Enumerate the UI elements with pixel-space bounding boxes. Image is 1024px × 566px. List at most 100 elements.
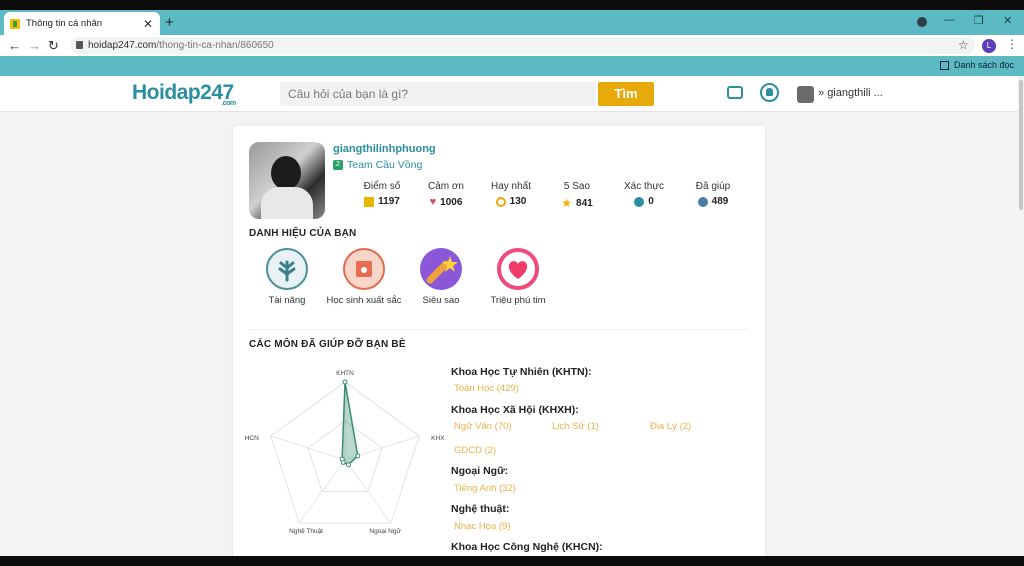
stat-best: Hay nhất 130	[476, 181, 546, 207]
url-domain: hoidap247.com	[88, 40, 157, 51]
page-viewport: Hoidap247 .com Câu hỏi của bạn là gì? Tì…	[0, 76, 1024, 556]
section-divider	[249, 329, 749, 330]
radar-point	[339, 456, 345, 462]
badge-label: Học sinh xuất sắc	[326, 295, 402, 306]
browser-tab-strip: Thông tin cá nhân ✕	[0, 10, 1024, 35]
profile-card: giangthilinhphuong 2 Team Cầu Vồng Điểm …	[233, 126, 765, 556]
category-foreign-language: Ngoại Ngữ:	[451, 465, 509, 477]
heart-millionaire-badge-icon	[497, 248, 539, 290]
badge-label: Triệu phú tim	[490, 295, 546, 306]
header-user-name-text: giangthili ...	[827, 87, 883, 99]
header-user-avatar[interactable]	[797, 86, 814, 103]
stat-value: 130	[509, 196, 527, 207]
stat-points: Điểm số 1197	[347, 181, 417, 207]
subject-link[interactable]: Ngữ Văn (70)	[454, 421, 512, 432]
badge-excellent-student[interactable]: Học sinh xuất sắc	[324, 248, 404, 307]
profile-stats: Điểm số 1197 Cảm ơn ♥ 1006 Hay nhất 130 5…	[347, 181, 747, 211]
browser-toolbar: ← → ↻ hoidap247.com/thong-tin-ca-nhan/86…	[0, 35, 1024, 56]
chat-icon[interactable]	[727, 86, 743, 99]
category-khtn: Khoa Học Tự Nhiên (KHTN):	[451, 366, 592, 378]
radar-axis-line	[270, 435, 346, 461]
site-logo[interactable]: Hoidap247 .com	[132, 81, 236, 107]
reading-list-button[interactable]: Danh sách đọc	[939, 60, 1014, 70]
back-arrow-icon[interactable]: ←	[8, 38, 21, 53]
radar-axis-label: Ngoại Ngữ	[369, 528, 401, 535]
badge-heart-millionaire[interactable]: Triệu phú tim	[478, 248, 558, 307]
window-close-button[interactable]: ✕	[1003, 14, 1012, 27]
scrollbar-thumb[interactable]	[1019, 80, 1023, 210]
titles-heading: DANH HIỆU CỦA BẠN	[249, 228, 357, 239]
profile-username[interactable]: giangthilinhphuong	[333, 143, 436, 155]
site-header: Hoidap247 .com Câu hỏi của bạn là gì? Tì…	[0, 76, 1024, 112]
radar-axis-label: Nghệ Thuật	[289, 528, 323, 535]
forward-arrow-icon[interactable]: →	[28, 38, 41, 53]
subjects-radar-chart: KHTN KHXH Ngoại Ngữ Nghệ Thuật KHCN	[240, 370, 449, 546]
logo-suffix: .com	[221, 100, 236, 107]
stat-label: Hay nhất	[490, 181, 532, 192]
browser-menu-icon[interactable]: ⋮	[1006, 37, 1018, 51]
subject-link[interactable]: Địa Lý (2)	[650, 421, 691, 432]
stat-five-star: 5 Sao ★ 841	[542, 181, 612, 210]
restore-button[interactable]: ❐	[974, 14, 984, 27]
search-button[interactable]: Tìm	[598, 82, 654, 106]
star-icon: ★	[561, 196, 573, 210]
screen-bottom-border	[0, 556, 1024, 566]
radar-axis-label: KHXH	[431, 435, 445, 442]
stat-helped: Đã giúp 489	[678, 181, 748, 207]
site-favicon-icon	[10, 18, 20, 29]
stat-value: 1197	[378, 196, 400, 207]
header-user-name[interactable]: » giangthili ...	[818, 87, 883, 99]
stat-value: 0	[648, 196, 654, 207]
team-icon: 2	[333, 160, 343, 170]
subject-link[interactable]: GDCD (2)	[454, 445, 496, 456]
browser-tab[interactable]: Thông tin cá nhân ✕	[4, 12, 160, 35]
notification-bell-icon[interactable]	[760, 83, 779, 102]
stat-thanks: Cảm ơn ♥ 1006	[411, 181, 481, 208]
page-scrollbar[interactable]	[1018, 76, 1024, 556]
bookmarks-bar: Danh sách đọc	[0, 56, 1024, 76]
reading-list-icon	[939, 60, 949, 70]
bookmark-star-icon[interactable]: ☆	[958, 38, 969, 52]
subject-link[interactable]: Tiếng Anh (32)	[454, 483, 516, 494]
radar-point	[355, 453, 361, 459]
stat-value: 1006	[440, 196, 463, 208]
browser-profile-avatar[interactable]: L	[982, 39, 996, 53]
stat-label: Đã giúp	[695, 181, 731, 192]
subject-link[interactable]: Nhạc Họa (9)	[454, 521, 511, 532]
team-link[interactable]: 2 Team Cầu Vồng	[333, 159, 422, 171]
badge-talent[interactable]: Tài năng	[247, 248, 327, 307]
badge-label: Siêu sao	[422, 295, 460, 306]
extension-icon[interactable]	[917, 17, 927, 27]
stat-label: Cảm ơn	[427, 181, 464, 192]
stat-label: 5 Sao	[563, 181, 591, 192]
stat-value: 841	[576, 197, 593, 209]
heart-icon: ♥	[429, 196, 437, 208]
stat-verified: Xác thực 0	[609, 181, 679, 207]
superstar-badge-icon	[420, 248, 462, 290]
address-bar[interactable]: hoidap247.com/thong-tin-ca-nhan/860650	[70, 37, 975, 54]
stat-label: Xác thực	[623, 181, 665, 192]
lock-icon	[76, 41, 83, 49]
excellent-student-badge-icon	[343, 248, 385, 290]
reading-list-label: Danh sách đọc	[953, 60, 1014, 70]
category-arts: Nghệ thuật:	[451, 503, 510, 515]
search-input[interactable]: Câu hỏi của bạn là gì?	[280, 82, 596, 106]
subject-link[interactable]: Lịch Sử (1)	[552, 421, 599, 432]
tab-close-icon[interactable]: ✕	[142, 17, 154, 31]
screen-top-border	[0, 0, 1024, 10]
medal-icon	[495, 196, 506, 207]
url-path: /thong-tin-ca-nhan/860650	[156, 40, 274, 51]
stat-label: Điểm số	[363, 181, 401, 192]
radar-point	[345, 462, 351, 468]
points-icon	[364, 196, 375, 207]
radar-axis-label: KHCN	[245, 435, 259, 442]
minimize-button[interactable]: —	[944, 14, 955, 26]
radar-series-area	[341, 381, 359, 466]
reload-icon[interactable]: ↻	[48, 38, 59, 54]
subject-link[interactable]: Toán Học (429)	[454, 383, 519, 394]
profile-avatar	[249, 142, 325, 219]
radar-svg: KHTN KHXH Ngoại Ngữ Nghệ Thuật KHCN	[240, 370, 449, 535]
new-tab-button[interactable]: +	[165, 14, 174, 31]
talent-badge-icon	[266, 248, 308, 290]
badge-superstar[interactable]: Siêu sao	[401, 248, 481, 307]
